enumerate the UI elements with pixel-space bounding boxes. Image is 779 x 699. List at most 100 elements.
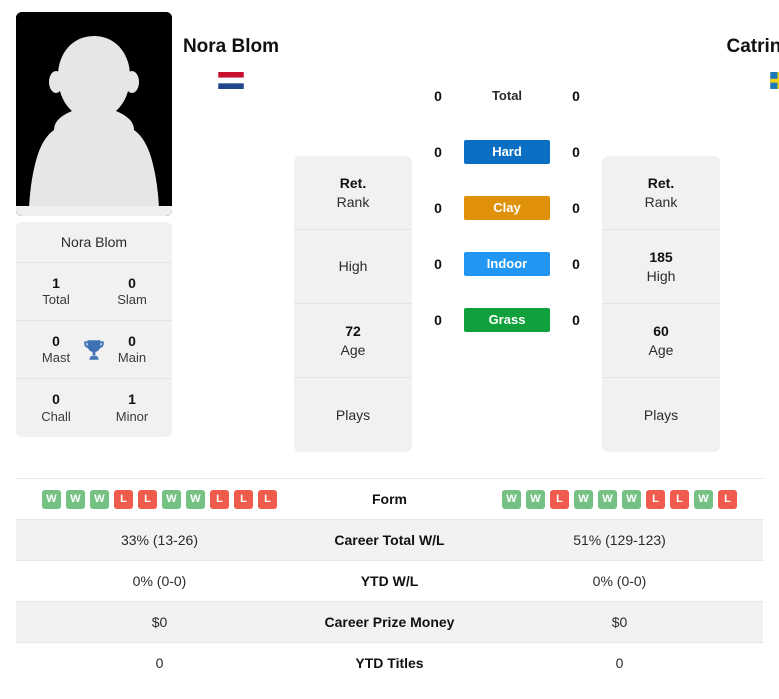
trophy-icon: [84, 339, 104, 360]
form-badge-win[interactable]: W: [622, 489, 641, 509]
form-badge-win[interactable]: W: [694, 489, 713, 509]
left-player-titles-card: Nora Blom 1 Total 0 Slam 0 Mast 0 Main 0…: [16, 222, 172, 437]
left-plays-label: Plays: [335, 406, 371, 423]
left-career-total-wl: 33% (13-26): [120, 532, 199, 548]
row-label-ytd-titles: YTD Titles: [355, 655, 424, 672]
form-badge-win[interactable]: W: [526, 489, 545, 509]
left-chall-titles-value: 0: [52, 391, 60, 408]
table-row-ytd-titles: 0 YTD Titles 0: [16, 642, 763, 684]
player-comparison-header: Nora Blom 1 Total 0 Slam 0 Mast 0 Main 0…: [0, 0, 779, 470]
left-minor-titles-label: Minor: [115, 408, 149, 424]
right-rank-cell: Ret. Rank: [602, 156, 720, 230]
right-score-grass: 0: [572, 312, 580, 328]
left-age-label: Age: [340, 341, 366, 358]
right-high-label: High: [646, 267, 676, 284]
left-titles-row-1: 1 Total 0 Slam: [16, 263, 172, 321]
right-score-clay: 0: [572, 200, 580, 216]
right-career-total-wl: 51% (129-123): [573, 532, 666, 548]
form-badge-loss[interactable]: L: [258, 489, 277, 509]
row-label-career-total-wl: Career Total W/L: [334, 532, 445, 548]
form-badge-win[interactable]: W: [502, 489, 521, 509]
surface-label-hard[interactable]: Hard: [464, 140, 550, 164]
row-label-ytd-wl: YTD W/L: [360, 573, 419, 589]
form-badge-win[interactable]: W: [598, 489, 617, 509]
table-row-ytd-wl: 0% (0-0) YTD W/L 0% (0-0): [16, 560, 763, 602]
right-form-cell: WWLWWWLLWL: [476, 479, 763, 520]
right-high-value: 185: [649, 249, 673, 266]
right-player-identity: Catrin Jexell: [724, 12, 779, 89]
left-ytd-wl: 0% (0-0): [132, 573, 187, 589]
form-badge-win[interactable]: W: [66, 489, 85, 509]
left-player-info-card: Ret. Rank High 72 Age Plays: [294, 156, 412, 452]
form-badge-loss[interactable]: L: [550, 489, 569, 509]
form-badge-win[interactable]: W: [90, 489, 109, 509]
left-player-identity: Nora Blom: [172, 12, 290, 89]
left-slam-titles: 0 Slam: [106, 275, 158, 309]
left-chall-titles-label: Chall: [41, 408, 71, 424]
left-high-label: High: [338, 258, 368, 275]
avatar-silhouette-icon: [16, 12, 172, 216]
left-ytd-titles: 0: [155, 655, 164, 672]
left-titles-row-2: 0 Mast 0 Main: [16, 321, 172, 379]
right-rank-value: Ret.: [647, 175, 675, 192]
left-rank-value: Ret.: [339, 175, 367, 192]
right-plays-label: Plays: [643, 406, 679, 423]
left-high-cell: High: [294, 230, 412, 304]
form-badge-win[interactable]: W: [574, 489, 593, 509]
career-comparison-table: WWWLLWWLLL Form WWLWWWLLWL 33% (13-26) C…: [16, 478, 763, 684]
right-score-total: 0: [572, 88, 580, 104]
table-row-form: WWWLLWWLLL Form WWLWWWLLWL: [16, 478, 763, 520]
netherlands-flag-icon: [218, 72, 244, 89]
left-score-grass: 0: [434, 312, 442, 328]
right-career-prize-money: $0: [611, 614, 628, 630]
right-age-label: Age: [648, 341, 674, 358]
surface-row-clay: 0 Clay 0: [412, 180, 602, 236]
form-badge-win[interactable]: W: [186, 489, 205, 509]
right-high-cell: 185 High: [602, 230, 720, 304]
left-slam-titles-label: Slam: [117, 292, 147, 308]
left-player-avatar[interactable]: [16, 12, 172, 216]
right-score-hard: 0: [572, 144, 580, 160]
left-main-titles-value: 0: [128, 332, 136, 349]
left-score-total: 0: [434, 88, 442, 104]
left-total-titles: 1 Total: [30, 275, 82, 309]
form-badge-loss[interactable]: L: [646, 489, 665, 509]
surface-label-grass[interactable]: Grass: [464, 308, 550, 332]
form-badge-win[interactable]: W: [162, 489, 181, 509]
left-score-indoor: 0: [434, 256, 442, 272]
form-badge-loss[interactable]: L: [718, 489, 737, 509]
form-badge-loss[interactable]: L: [138, 489, 157, 509]
surface-row-total: 0 Total 0: [412, 68, 602, 124]
right-plays-cell: Plays: [602, 378, 720, 452]
left-rank-cell: Ret. Rank: [294, 156, 412, 230]
surface-label-total: Total: [491, 88, 523, 103]
surface-breakdown-column: 0 Total 0 0 Hard 0 0 Clay 0 0 Indoor 0 0…: [412, 12, 602, 348]
sweden-flag-icon: [770, 72, 779, 89]
left-main-titles: 0 Main: [106, 333, 158, 367]
table-row-career-prize-money: $0 Career Prize Money $0: [16, 601, 763, 643]
row-label-career-prize-money: Career Prize Money: [324, 614, 455, 630]
left-minor-titles-value: 1: [128, 391, 136, 408]
right-ytd-titles: 0: [615, 655, 624, 672]
surface-label-clay[interactable]: Clay: [464, 196, 550, 220]
left-player-card-name: Nora Blom: [16, 222, 172, 263]
left-score-hard: 0: [434, 144, 442, 160]
form-badge-loss[interactable]: L: [234, 489, 253, 509]
left-main-titles-label: Main: [117, 350, 147, 366]
form-badge-loss[interactable]: L: [114, 489, 133, 509]
left-slam-titles-value: 0: [128, 274, 136, 291]
form-badge-loss[interactable]: L: [670, 489, 689, 509]
table-row-career-total-wl: 33% (13-26) Career Total W/L 51% (129-12…: [16, 519, 763, 561]
right-age-value: 60: [653, 323, 669, 340]
left-age-cell: 72 Age: [294, 304, 412, 378]
left-form-badges: WWWLLWWLLL: [16, 489, 303, 509]
surface-label-indoor[interactable]: Indoor: [464, 252, 550, 276]
left-total-titles-label: Total: [42, 292, 70, 308]
left-plays-cell: Plays: [294, 378, 412, 452]
form-badge-win[interactable]: W: [42, 489, 61, 509]
form-badge-loss[interactable]: L: [210, 489, 229, 509]
right-player-name: Catrin Jexell: [726, 36, 779, 57]
right-ytd-wl: 0% (0-0): [592, 573, 647, 589]
row-label-form: Form: [372, 491, 407, 507]
left-mast-titles-value: 0: [52, 332, 60, 349]
